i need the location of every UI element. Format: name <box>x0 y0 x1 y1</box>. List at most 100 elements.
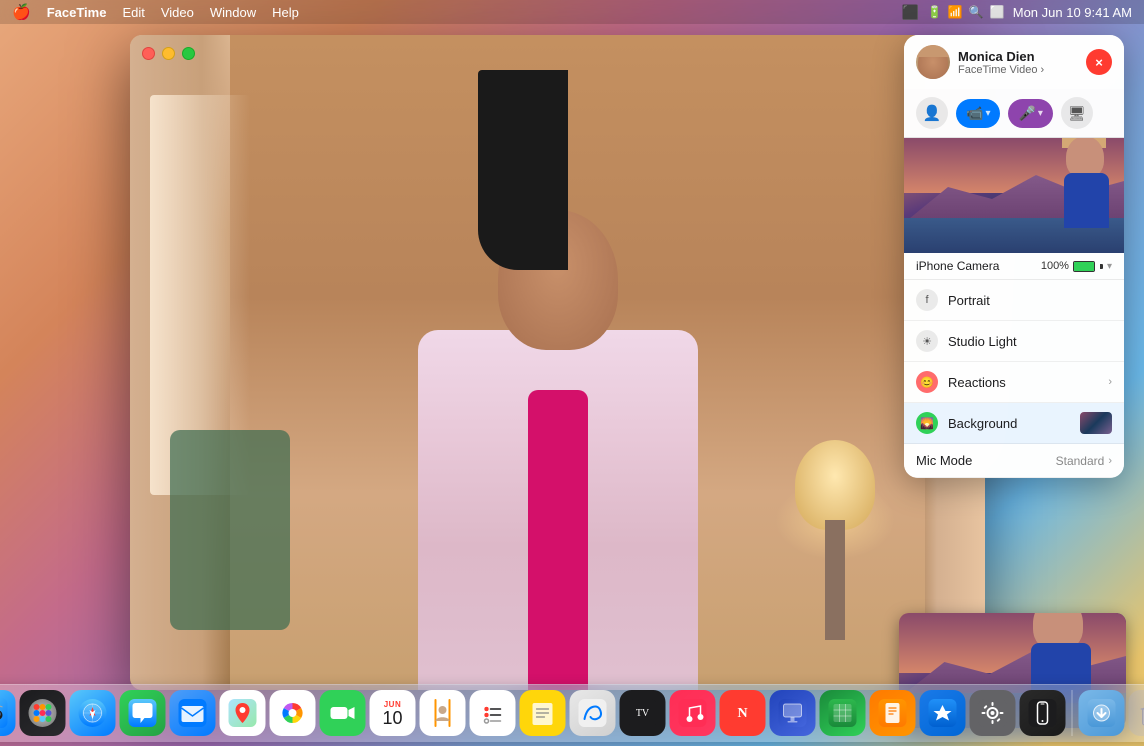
facetime-window <box>130 35 985 690</box>
background-thumb <box>1080 412 1112 434</box>
menubar: 🍎 FaceTime Edit Video Window Help ⬛ 🔋 📶 … <box>0 0 1144 24</box>
menubar-status-icons: 🔋 📶 🔍 ⬜ <box>927 5 1005 19</box>
dock-pages[interactable] <box>870 690 916 736</box>
dock-music[interactable] <box>670 690 716 736</box>
mic-mode-right: Standard › <box>1056 454 1112 468</box>
dock-photos[interactable] <box>270 690 316 736</box>
menubar-edit[interactable]: Edit <box>122 5 144 20</box>
mic-mode-chevron: › <box>1108 455 1112 467</box>
dock-finder[interactable] <box>0 690 16 736</box>
menubar-window[interactable]: Window <box>210 5 256 20</box>
fullscreen-button[interactable] <box>182 47 195 60</box>
dock-settings[interactable] <box>970 690 1016 736</box>
share-screen-icon: 🖥 <box>1068 105 1086 122</box>
prev-shirt <box>1064 173 1109 228</box>
menu-item-reactions-left: 😊 Reactions <box>916 371 1006 393</box>
dock-launchpad[interactable] <box>20 690 66 736</box>
person-icon-btn[interactable]: 👤 <box>916 97 948 129</box>
menu-item-mic-mode[interactable]: Mic Mode Standard › <box>904 444 1124 478</box>
dock-iphone-mirroring[interactable] <box>1020 690 1066 736</box>
facetime-icon <box>329 699 357 727</box>
appstore-icon <box>929 699 957 727</box>
battery-indicator: 100% ▾ <box>1041 260 1112 272</box>
dock-reminders[interactable] <box>470 690 516 736</box>
settings-icon <box>979 699 1007 727</box>
news-icon: N <box>729 699 757 727</box>
dock-maps[interactable] <box>220 690 266 736</box>
keynote-icon <box>779 699 807 727</box>
traffic-lights <box>142 47 195 60</box>
dock-numbers[interactable] <box>820 690 866 736</box>
dock-mail[interactable] <box>170 690 216 736</box>
mic-mode-value: Standard <box>1056 454 1105 468</box>
menu-item-studio-left: ☀ Studio Light <box>916 330 1017 352</box>
panel-header: Monica Dien FaceTime Video › × <box>904 35 1124 89</box>
share-screen-button[interactable]: 🖥 <box>1061 97 1093 129</box>
close-panel-button[interactable]: × <box>1086 49 1112 75</box>
minimize-button[interactable] <box>162 47 175 60</box>
store-icon <box>1088 699 1116 727</box>
mic-icon: 🎤 <box>1018 105 1035 122</box>
camera-label-row: iPhone Camera 100% ▾ <box>904 253 1124 280</box>
menubar-video[interactable]: Video <box>161 5 194 20</box>
dock-separator <box>1072 690 1073 736</box>
numbers-icon <box>829 699 857 727</box>
menu-item-portrait-left: f Portrait <box>916 289 990 311</box>
svg-text:N: N <box>737 706 747 721</box>
lamp-shade <box>795 440 875 530</box>
recording-indicator: ⬛ <box>902 4 919 21</box>
menubar-app-name[interactable]: FaceTime <box>47 5 107 20</box>
main-video-feed <box>130 35 985 690</box>
maps-icon <box>229 699 257 727</box>
trash-icon <box>1138 699 1144 727</box>
dock-appstore[interactable] <box>920 690 966 736</box>
notes-icon <box>529 699 557 727</box>
menu-item-background-left: 🌄 Background <box>916 412 1017 434</box>
reminders-icon <box>479 699 507 727</box>
menu-item-reactions[interactable]: 😊 Reactions › <box>904 362 1124 403</box>
control-center-icon[interactable]: ⬜ <box>990 5 1005 19</box>
caller-details: Monica Dien FaceTime Video › <box>958 49 1044 76</box>
menu-item-portrait[interactable]: f Portrait <box>904 280 1124 321</box>
battery-fill <box>1074 262 1094 271</box>
menu-item-background[interactable]: 🌄 Background <box>904 403 1124 444</box>
pages-icon <box>879 699 907 727</box>
dock-notes[interactable] <box>520 690 566 736</box>
music-icon <box>679 699 707 727</box>
dock-trash[interactable] <box>1129 690 1144 736</box>
reactions-icon: 😊 <box>916 371 938 393</box>
dock-facetime[interactable] <box>320 690 366 736</box>
dock-freeform[interactable] <box>570 690 616 736</box>
finder-icon <box>0 698 8 728</box>
menubar-help[interactable]: Help <box>272 5 299 20</box>
svg-text:TV: TV <box>636 708 650 719</box>
portrait-icon: f <box>916 289 938 311</box>
apple-menu[interactable]: 🍎 <box>12 3 31 21</box>
mic-button[interactable]: 🎤 ▾ <box>1008 99 1052 128</box>
search-icon[interactable]: 🔍 <box>969 5 984 19</box>
dock: JUN 10 <box>0 684 1144 742</box>
prev-head <box>1066 138 1104 178</box>
menubar-left: 🍎 FaceTime Edit Video Window Help <box>12 3 299 21</box>
person-icon: 👤 <box>923 104 942 122</box>
mail-icon <box>179 699 207 727</box>
background-icon: 🌄 <box>916 412 938 434</box>
expand-chevron[interactable]: ▾ <box>1107 261 1112 272</box>
menubar-right: ⬛ 🔋 📶 🔍 ⬜ Mon Jun 10 9:41 AM <box>902 4 1133 21</box>
caller-info: Monica Dien FaceTime Video › <box>916 45 1044 79</box>
dock-safari[interactable] <box>70 690 116 736</box>
dock-messages[interactable] <box>120 690 166 736</box>
dock-contacts[interactable] <box>420 690 466 736</box>
menu-item-studio-light[interactable]: ☀ Studio Light <box>904 321 1124 362</box>
panel-preview <box>904 138 1124 253</box>
messages-icon <box>129 699 157 727</box>
dock-news[interactable]: N <box>720 690 766 736</box>
video-button[interactable]: 📹 ▾ <box>956 99 1000 128</box>
dock-calendar[interactable]: JUN 10 <box>370 690 416 736</box>
dock-keynote[interactable] <box>770 690 816 736</box>
dock-store[interactable] <box>1079 690 1125 736</box>
close-button[interactable] <box>142 47 155 60</box>
preview-scene <box>904 138 1124 253</box>
dock-appletv[interactable]: TV <box>620 690 666 736</box>
mic-mode-label: Mic Mode <box>916 453 972 468</box>
